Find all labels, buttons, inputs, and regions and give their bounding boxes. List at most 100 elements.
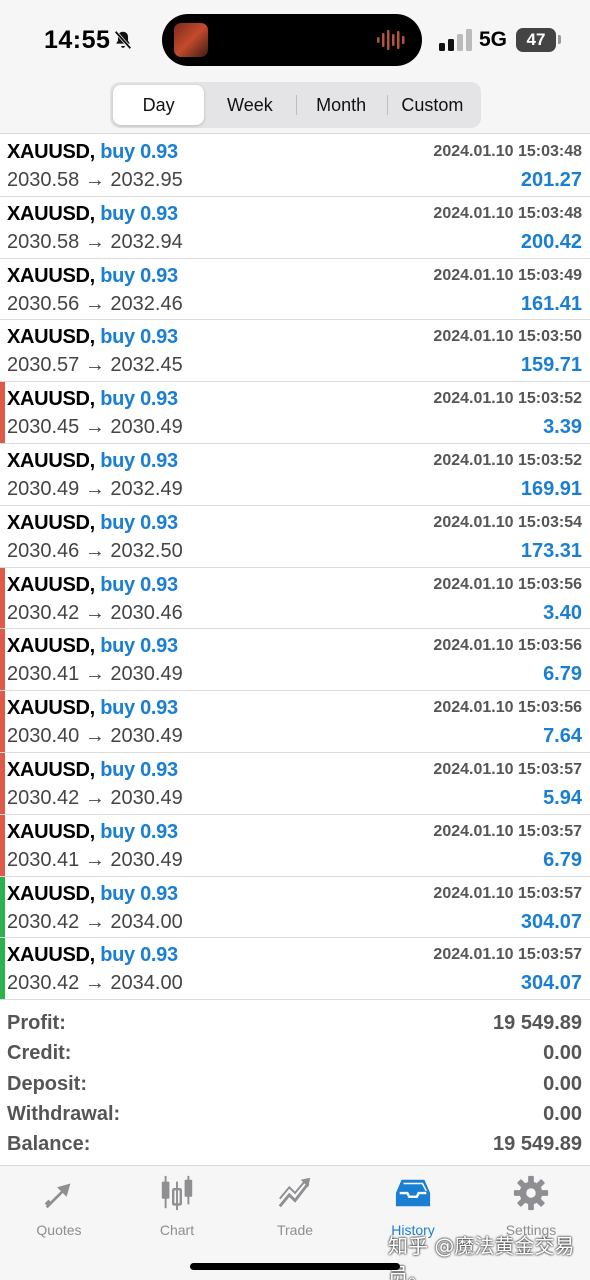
arrow: → bbox=[84, 169, 105, 191]
trade-row[interactable]: XAUUSD, buy 0.93 2030.41 → 2030.49 2024.01… bbox=[0, 814, 590, 877]
open-price: 2030.41 bbox=[7, 848, 80, 871]
close-price: 2034.00 bbox=[110, 910, 183, 933]
trade-time: 2024.01.10 15:03:50 bbox=[433, 328, 582, 346]
summary-value: 19 549.89 bbox=[493, 1012, 582, 1034]
trade-symbol: XAUUSD, buy 0.93 bbox=[7, 388, 178, 411]
trade-symbol: XAUUSD, buy 0.93 bbox=[7, 882, 178, 905]
battery-icon: 47 bbox=[516, 28, 556, 52]
trade-profit: 3.39 bbox=[543, 416, 582, 439]
close-price: 2030.49 bbox=[110, 663, 183, 686]
trade-time: 2024.01.10 15:03:48 bbox=[433, 143, 582, 160]
status-bar: 14:55 5G 47 bbox=[0, 0, 590, 80]
profit-marker bbox=[0, 876, 5, 938]
tab-day[interactable]: Day bbox=[113, 85, 205, 125]
trade-side: buy 0.93 bbox=[100, 326, 178, 349]
open-price: 2030.57 bbox=[7, 354, 80, 377]
close-price: 2032.49 bbox=[110, 477, 183, 500]
arrow: → bbox=[84, 725, 105, 748]
trade-row[interactable]: XAUUSD, buy 0.93 2030.45 → 2030.49 2024.01… bbox=[0, 382, 590, 444]
tab-month[interactable]: Month bbox=[295, 85, 387, 125]
profit-marker bbox=[0, 938, 5, 1000]
home-indicator[interactable] bbox=[190, 1263, 400, 1270]
trade-row[interactable]: XAUUSD, buy 0.93 2030.42 → 2030.49 2024.01… bbox=[0, 752, 590, 815]
trade-row[interactable]: XAUUSD, buy 0.93 2030.41 → 2030.49 2024.01… bbox=[0, 629, 590, 692]
trade-row[interactable]: XAUUSD, buy 0.93 2030.58 → 2032.94 2024.01… bbox=[0, 197, 590, 259]
trade-row[interactable]: XAUUSD, buy 0.93 2030.58 → 2032.95 2024.01… bbox=[0, 135, 590, 197]
loss-marker bbox=[0, 814, 5, 876]
trade-prices: 2030.49 → 2032.49 bbox=[7, 478, 183, 501]
trade-row[interactable]: XAUUSD, buy 0.93 2030.40 → 2030.49 2024.01… bbox=[0, 691, 590, 753]
trade-symbol: XAUUSD, buy 0.93 bbox=[7, 264, 178, 287]
summary-row: Credit: 0.00 bbox=[0, 1040, 590, 1070]
tab-custom[interactable]: Custom bbox=[386, 85, 478, 125]
tab-trade[interactable]: Trade bbox=[236, 1174, 354, 1244]
cellular-signal-icon bbox=[439, 29, 472, 51]
trade-symbol: XAUUSD, buy 0.93 bbox=[7, 944, 178, 967]
trade-time: 2024.01.10 15:03:52 bbox=[433, 451, 582, 469]
tab-quotes-label: Quotes bbox=[36, 1222, 82, 1238]
loss-marker bbox=[0, 691, 5, 752]
trade-time: 2024.01.10 15:03:57 bbox=[433, 760, 582, 778]
trade-row[interactable]: XAUUSD, buy 0.93 2030.42 → 2034.00 2024.01… bbox=[0, 876, 590, 939]
summary-label: Credit: bbox=[7, 1042, 72, 1065]
trade-row[interactable]: XAUUSD, buy 0.93 2030.57 → 2032.45 2024.01… bbox=[0, 320, 590, 383]
tab-week[interactable]: Week bbox=[204, 85, 295, 125]
tab-chart-label: Chart bbox=[159, 1222, 195, 1238]
dynamic-island[interactable] bbox=[162, 14, 422, 66]
bell-muted-icon bbox=[114, 30, 132, 50]
network-type: 5G bbox=[479, 28, 508, 51]
trade-row[interactable]: XAUUSD, buy 0.93 2030.42 → 2030.46 2024.01… bbox=[0, 567, 590, 630]
open-price: 2030.42 bbox=[7, 910, 80, 933]
trade-prices: 2030.42 → 2034.00 bbox=[7, 972, 183, 995]
tab-quotes[interactable]: Quotes bbox=[0, 1174, 118, 1244]
trade-side: buy 0.93 bbox=[100, 202, 178, 225]
summary-label: Withdrawal: bbox=[7, 1102, 121, 1125]
quotes-arrows-icon bbox=[44, 1183, 71, 1209]
trade-side: buy 0.93 bbox=[100, 635, 178, 658]
trade-time: 2024.01.10 15:03:48 bbox=[433, 204, 582, 222]
arrow: → bbox=[84, 972, 105, 995]
period-segmented-control: Day Week Month Custom bbox=[110, 82, 481, 128]
trade-symbol: XAUUSD, buy 0.93 bbox=[7, 511, 178, 534]
open-price: 2030.45 bbox=[7, 416, 80, 439]
summary-value: 0.00 bbox=[543, 1102, 582, 1125]
summary-row: Profit: 19 549.89 bbox=[0, 1010, 590, 1040]
close-price: 2030.49 bbox=[110, 725, 183, 748]
trade-time: 2024.01.10 15:03:57 bbox=[433, 822, 582, 840]
summary-label: Profit: bbox=[7, 1012, 66, 1034]
arrow: → bbox=[84, 663, 105, 686]
trade-symbol: XAUUSD, buy 0.93 bbox=[7, 635, 178, 658]
trade-symbol: XAUUSD, buy 0.93 bbox=[7, 820, 178, 843]
open-price: 2030.41 bbox=[7, 663, 80, 686]
trade-time: 2024.01.10 15:03:54 bbox=[433, 513, 582, 531]
arrow: → bbox=[84, 230, 105, 253]
trade-profit: 5.94 bbox=[543, 786, 582, 809]
summary-value: 0.00 bbox=[543, 1042, 582, 1065]
trade-row[interactable]: XAUUSD, buy 0.93 2030.49 → 2032.49 2024.01… bbox=[0, 444, 590, 506]
close-price: 2032.50 bbox=[110, 539, 183, 562]
summary-row: Balance: 19 549.89 bbox=[0, 1131, 590, 1161]
trade-profit: 7.64 bbox=[543, 725, 582, 748]
arrow: → bbox=[84, 539, 105, 562]
gear-icon bbox=[513, 1175, 549, 1211]
close-price: 2030.49 bbox=[110, 416, 183, 439]
summary-row: Withdrawal: 0.00 bbox=[0, 1101, 590, 1131]
trade-symbol: XAUUSD, buy 0.93 bbox=[7, 697, 178, 720]
loss-marker bbox=[0, 382, 5, 443]
trade-side: buy 0.93 bbox=[100, 141, 178, 163]
trade-prices: 2030.42 → 2034.00 bbox=[7, 911, 183, 934]
trade-row[interactable]: XAUUSD, buy 0.93 2030.42 → 2034.00 2024.01… bbox=[0, 938, 590, 1001]
trade-symbol: XAUUSD, buy 0.93 bbox=[7, 573, 178, 596]
arrow: → bbox=[84, 354, 105, 377]
trade-profit: 6.79 bbox=[543, 848, 582, 871]
trade-profit: 3.40 bbox=[543, 601, 582, 624]
trade-row[interactable]: XAUUSD, buy 0.93 2030.46 → 2032.50 2024.01… bbox=[0, 506, 590, 568]
summary-row: Deposit: 0.00 bbox=[0, 1071, 590, 1101]
arrow: → bbox=[84, 910, 105, 933]
open-price: 2030.49 bbox=[7, 477, 80, 500]
trade-prices: 2030.41 → 2030.49 bbox=[7, 849, 183, 872]
trade-row[interactable]: XAUUSD, buy 0.93 2030.56 → 2032.46 2024.01… bbox=[0, 259, 590, 321]
tab-chart[interactable]: Chart bbox=[118, 1174, 236, 1244]
trade-profit: 173.31 bbox=[520, 539, 582, 562]
trade-profit: 201.27 bbox=[520, 169, 582, 191]
